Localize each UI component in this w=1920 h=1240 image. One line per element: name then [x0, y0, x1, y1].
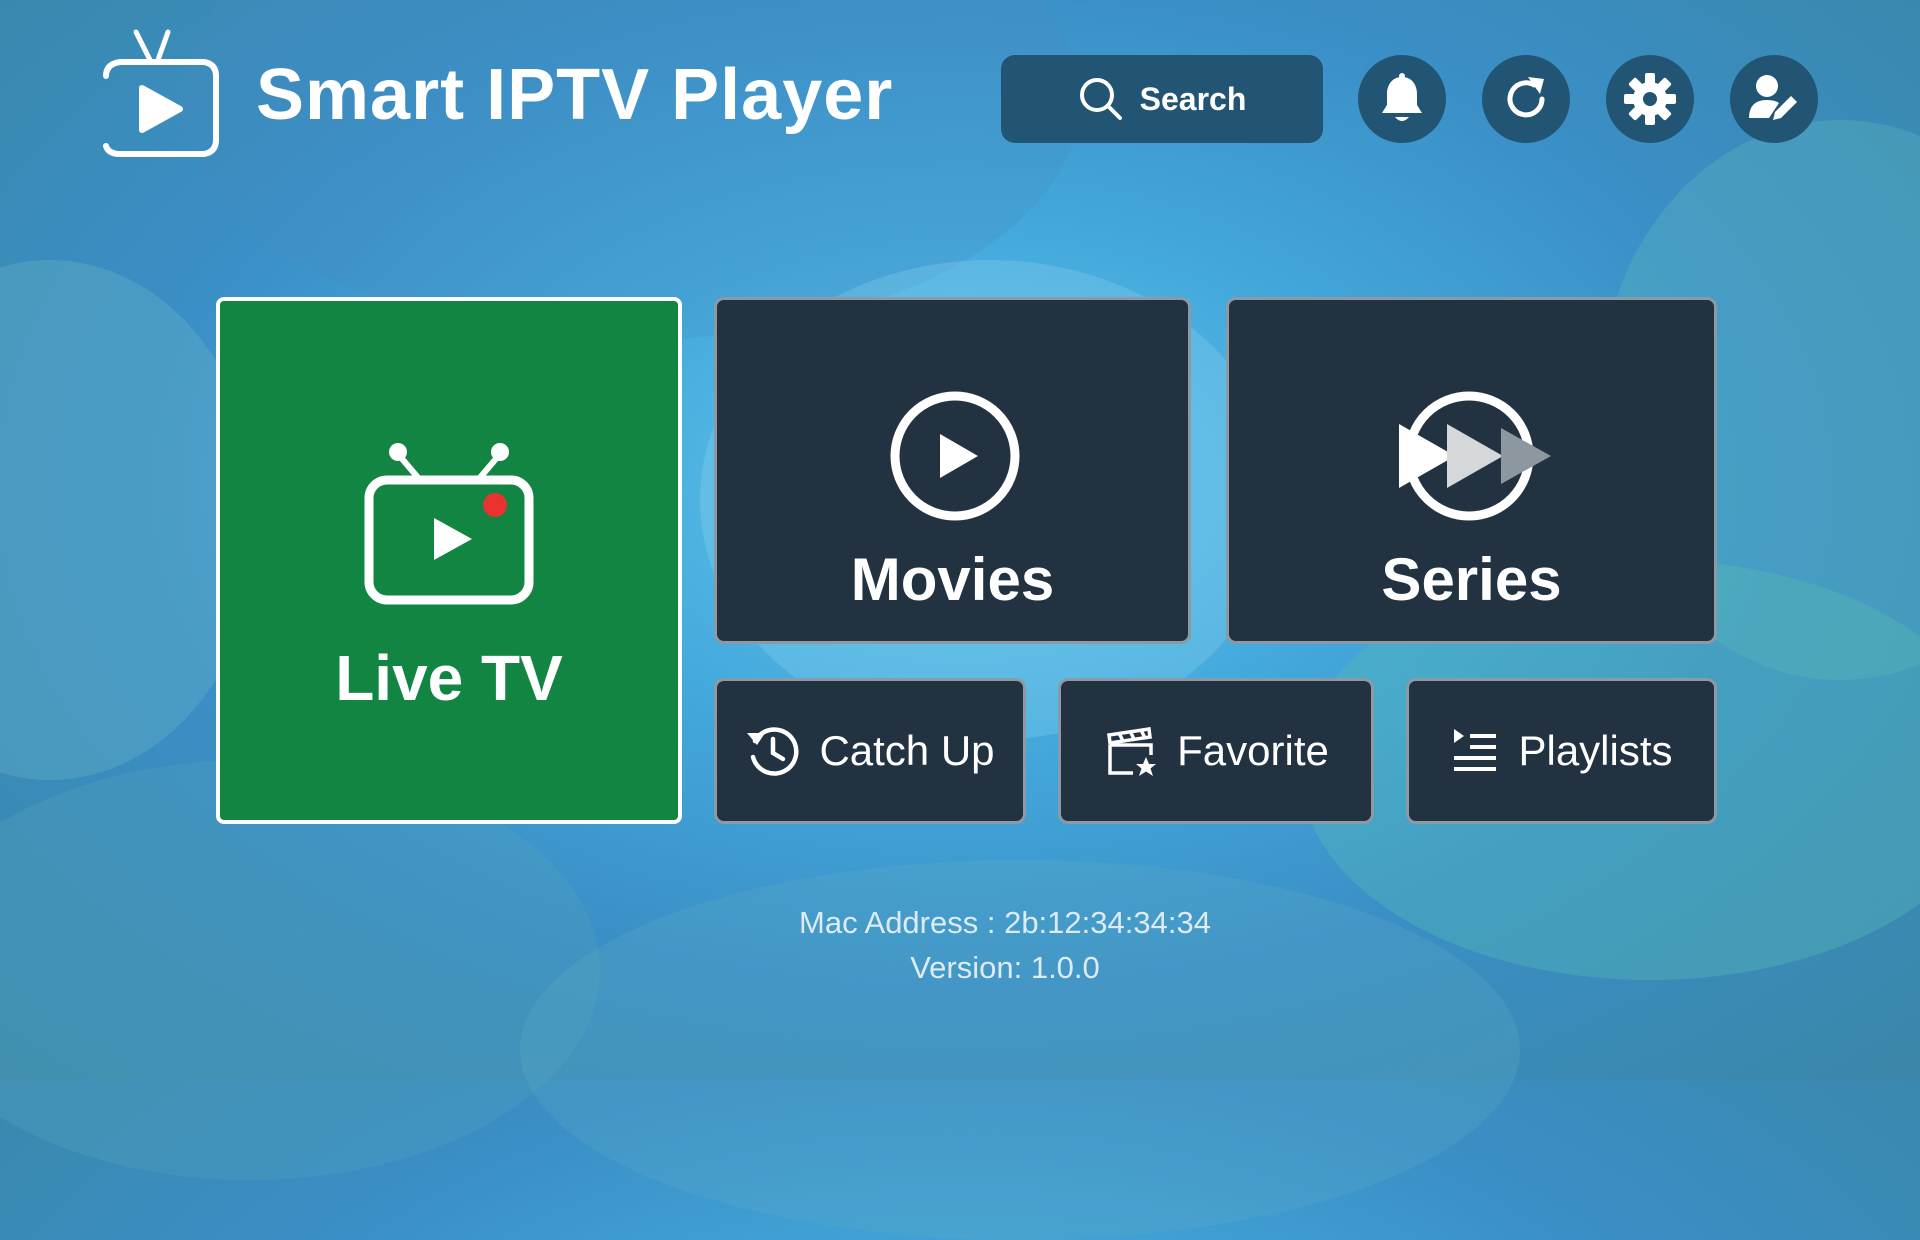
clapperboard-star-icon — [1107, 727, 1157, 776]
series-label: Series — [1381, 546, 1562, 613]
search-icon — [1079, 78, 1122, 120]
user-edit-icon — [1749, 75, 1797, 120]
tv-logo-icon — [103, 29, 219, 157]
mac-address: Mac Address : 2b:12:34:34:34 — [799, 905, 1211, 940]
playlist-icon — [1454, 729, 1497, 771]
movies-label: Movies — [850, 546, 1055, 613]
favorite-label: Favorite — [1177, 727, 1329, 774]
refresh-icon — [1507, 77, 1545, 118]
live-tv-tile[interactable]: Live TV — [216, 297, 682, 824]
movies-tile[interactable]: Movies — [714, 297, 1191, 644]
live-tv-label: Live TV — [335, 642, 563, 714]
gear-icon — [1624, 73, 1676, 125]
search-button[interactable]: Search — [1001, 55, 1323, 143]
play-circle-icon — [890, 391, 1020, 521]
refresh-button[interactable] — [1482, 55, 1570, 143]
catch-up-tile[interactable]: Catch Up — [714, 678, 1026, 824]
history-icon — [747, 727, 799, 776]
settings-button[interactable] — [1606, 55, 1694, 143]
series-tile[interactable]: Series — [1226, 297, 1717, 644]
tv-icon — [364, 443, 534, 605]
fast-forward-icon — [1399, 391, 1551, 521]
version-text: Version: 1.0.0 — [910, 950, 1100, 985]
user-edit-button[interactable] — [1730, 55, 1818, 143]
bell-icon — [1382, 73, 1422, 121]
playlists-tile[interactable]: Playlists — [1406, 678, 1717, 824]
catch-up-label: Catch Up — [819, 727, 995, 774]
notifications-button[interactable] — [1358, 55, 1446, 143]
playlists-label: Playlists — [1518, 727, 1673, 774]
search-label: Search — [1139, 80, 1247, 117]
app-title: Smart IPTV Player — [256, 55, 894, 135]
favorite-tile[interactable]: Favorite — [1058, 678, 1374, 824]
